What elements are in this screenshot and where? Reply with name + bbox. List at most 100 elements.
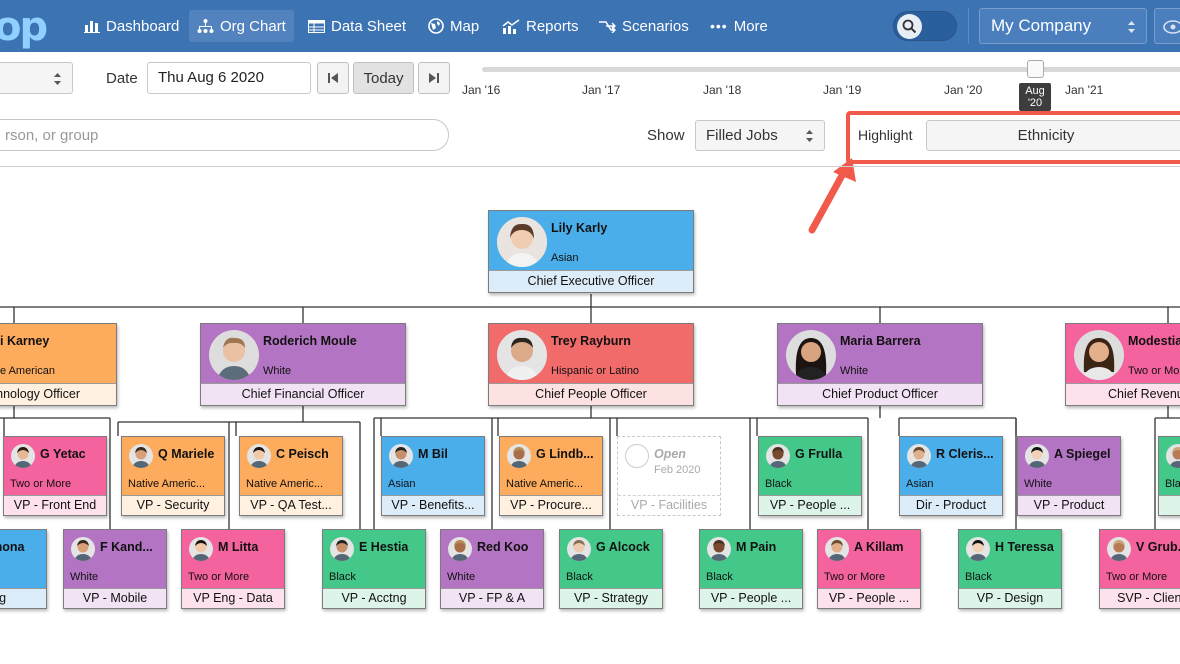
employee-ethnicity: Two or More	[824, 571, 886, 583]
employee-ethnicity: Bla	[1165, 478, 1180, 490]
org-card-level2[interactable]: Roderich Moule White Chief Financial Off…	[200, 323, 406, 406]
avatar	[786, 330, 836, 380]
employee-ethnicity: Hispanic or Latino	[551, 365, 640, 377]
avatar	[1074, 330, 1124, 380]
org-card[interactable]: H Teressa Black VP - Design	[958, 529, 1062, 609]
employee-name: M Bil	[418, 447, 448, 461]
avatar	[907, 444, 931, 468]
employee-ethnicity: White	[70, 571, 99, 583]
employee-ethnicity: White	[1024, 478, 1053, 490]
employee-title: VP - Mobile	[64, 588, 166, 608]
employee-name: Lily Karly	[551, 221, 608, 235]
org-card[interactable]: V Grub... Two or More SVP - Client	[1099, 529, 1180, 609]
org-card[interactable]: M Pain Black VP - People ...	[699, 529, 803, 609]
avatar	[625, 444, 649, 468]
org-card-ceo[interactable]: Lily Karly Asian Chief Executive Officer	[488, 210, 694, 293]
employee-title: VP Eng - Data	[182, 588, 284, 608]
employee-title: VP - People ...	[759, 495, 861, 515]
employee-ethnicity: White	[840, 365, 869, 377]
open-position-card[interactable]: Open Feb 2020 VP - Facilities	[617, 436, 721, 516]
avatar	[825, 537, 849, 561]
employee-name: V Grub...	[1136, 540, 1180, 554]
employee-title: Eng	[0, 588, 46, 608]
app-root: op Dashboard Org Chart Data Sheet Map Re…	[0, 0, 1180, 664]
avatar	[389, 444, 413, 468]
org-card[interactable]: Q Mariele Native Americ... VP - Security	[121, 436, 225, 516]
employee-ethnicity: Asian	[388, 478, 416, 490]
employee-title: VP - QA Test...	[240, 495, 342, 515]
employee-name: A Killam	[854, 540, 904, 554]
employee-title: VP - FP & A	[441, 588, 543, 608]
employee-ethnicity: Black	[329, 571, 356, 583]
avatar	[247, 444, 271, 468]
avatar	[497, 330, 547, 380]
avatar	[129, 444, 153, 468]
employee-title: VP - Acctng	[323, 588, 425, 608]
employee-name: G Alcock	[596, 540, 650, 554]
org-card[interactable]: A Spiegel White VP - Product	[1017, 436, 1121, 516]
employee-name: M Litta	[218, 540, 259, 554]
employee-name: Red Koo	[477, 540, 529, 554]
avatar	[497, 217, 547, 267]
employee-ethnicity: Native Americ...	[246, 478, 324, 490]
employee-ethnicity: Black	[965, 571, 992, 583]
employee-title: S	[1159, 495, 1180, 515]
avatar	[567, 537, 591, 561]
org-card[interactable]: Bla S	[1158, 436, 1180, 516]
employee-ethnicity: Black	[706, 571, 733, 583]
employee-name: Trey Rayburn	[551, 334, 631, 348]
employee-title: VP - People ...	[818, 588, 920, 608]
employee-title: hnology Officer	[0, 383, 116, 405]
employee-name: M Pain	[736, 540, 777, 554]
employee-name: R Cleris...	[936, 447, 994, 461]
org-card[interactable]: Venona Eng	[0, 529, 47, 609]
org-card[interactable]: Red Koo White VP - FP & A	[440, 529, 544, 609]
org-card[interactable]: C Peisch Native Americ... VP - QA Test...	[239, 436, 343, 516]
avatar	[766, 444, 790, 468]
org-card-level2[interactable]: i Karney e American hnology Officer	[0, 323, 117, 406]
employee-ethnicity: White	[447, 571, 476, 583]
employee-title: VP - Benefits...	[382, 495, 484, 515]
avatar	[448, 537, 472, 561]
org-card[interactable]: G Alcock Black VP - Strategy	[559, 529, 663, 609]
employee-name: Modestia	[1128, 334, 1180, 348]
employee-title: VP - Front End	[4, 495, 106, 515]
employee-title: Chief Executive Officer	[489, 270, 693, 292]
org-card[interactable]: M Litta Two or More VP Eng - Data	[181, 529, 285, 609]
avatar	[507, 444, 531, 468]
employee-title: Chief Product Officer	[778, 383, 982, 405]
employee-name: Venona	[0, 540, 25, 554]
employee-title: VP - Procure...	[500, 495, 602, 515]
org-card[interactable]: E Hestia Black VP - Acctng	[322, 529, 426, 609]
avatar	[330, 537, 354, 561]
avatar	[209, 330, 259, 380]
org-card[interactable]: M Bil Asian VP - Benefits...	[381, 436, 485, 516]
employee-title: VP - Strategy	[560, 588, 662, 608]
employee-title: VP - Design	[959, 588, 1061, 608]
employee-ethnicity: e American	[0, 365, 56, 377]
employee-title: Chief People Officer	[489, 383, 693, 405]
employee-title: VP - People ...	[700, 588, 802, 608]
employee-ethnicity: Two or More	[1106, 571, 1168, 583]
employee-title: VP - Facilities	[618, 495, 720, 515]
employee-title: Chief Financial Officer	[201, 383, 405, 405]
org-card-level2[interactable]: Trey Rayburn Hispanic or Latino Chief Pe…	[488, 323, 694, 406]
org-card-level2[interactable]: Maria Barrera White Chief Product Office…	[777, 323, 983, 406]
employee-ethnicity: Native Americ...	[128, 478, 206, 490]
org-card[interactable]: G Yetac Two or More VP - Front End	[3, 436, 107, 516]
org-card[interactable]: R Cleris... Asian Dir - Product	[899, 436, 1003, 516]
employee-title: Chief Revenu	[1066, 383, 1180, 405]
employee-ethnicity: Black	[566, 571, 593, 583]
avatar	[71, 537, 95, 561]
org-card[interactable]: A Killam Two or More VP - People ...	[817, 529, 921, 609]
employee-name: Maria Barrera	[840, 334, 921, 348]
employee-ethnicity: Two or Mor	[1128, 365, 1180, 377]
employee-title: VP - Security	[122, 495, 224, 515]
org-card[interactable]: G Lindb... Native Americ... VP - Procure..…	[499, 436, 603, 516]
org-card[interactable]: F Kand... White VP - Mobile	[63, 529, 167, 609]
org-card[interactable]: G Frulla Black VP - People ...	[758, 436, 862, 516]
org-card-level2[interactable]: Modestia Two or Mor Chief Revenu	[1065, 323, 1180, 406]
employee-title: VP - Product	[1018, 495, 1120, 515]
employee-name: Roderich Moule	[263, 334, 357, 348]
employee-ethnicity: Asian	[551, 252, 579, 264]
